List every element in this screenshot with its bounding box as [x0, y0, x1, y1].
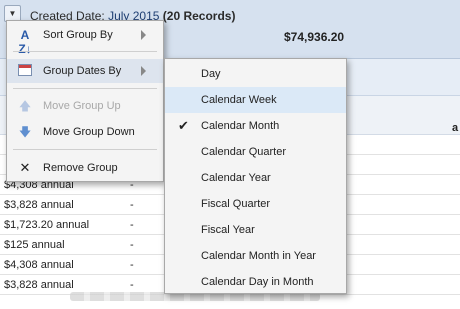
close-icon: ✕ — [19, 160, 31, 175]
submenu-item-calendar-week[interactable]: Calendar Week — [165, 87, 346, 113]
submenu-item-fiscal-quarter[interactable]: Fiscal Quarter — [165, 191, 346, 217]
menu-item-group-dates-by[interactable]: Group Dates By — [7, 59, 163, 83]
group-record-count: (20 Records) — [162, 9, 236, 23]
group-total: $74,936.20 — [284, 30, 345, 44]
menu-item-remove-group[interactable]: ✕ Remove Group — [7, 156, 163, 180]
menu-item-move-group-up[interactable]: 🡅 Move Group Up — [7, 94, 163, 118]
menu-item-label: Group Dates By — [43, 65, 122, 77]
calendar-icon — [17, 64, 33, 78]
menu-divider — [13, 51, 157, 52]
submenu-item-calendar-month-in-year[interactable]: Calendar Month in Year — [165, 243, 346, 269]
submenu-item-label: Calendar Month — [201, 120, 280, 132]
submenu-item-label: Fiscal Year — [201, 224, 255, 236]
submenu-item-fiscal-year[interactable]: Fiscal Year — [165, 217, 346, 243]
submenu-arrow-icon — [141, 30, 146, 40]
menu-item-sort-group-by[interactable]: A Z↓ Sort Group By — [7, 23, 163, 56]
menu-item-label: Remove Group — [43, 162, 118, 174]
dash-cell: - — [130, 239, 134, 251]
submenu-item-calendar-quarter[interactable]: Calendar Quarter — [165, 139, 346, 165]
submenu-item-calendar-day-in-month[interactable]: Calendar Day in Month — [165, 269, 346, 295]
group-context-menu: A Z↓ Sort Group By Group Dates By 🡅 Move … — [6, 20, 164, 182]
submenu-arrow-icon — [141, 66, 146, 76]
menu-divider — [13, 88, 157, 89]
menu-item-label: Move Group Up — [43, 100, 121, 112]
dash-cell: - — [130, 279, 134, 291]
checkmark-icon: ✔ — [178, 118, 189, 133]
submenu-item-label: Day — [201, 68, 221, 80]
submenu-item-label: Calendar Week — [201, 94, 277, 106]
dash-cell: - — [130, 219, 134, 231]
submenu-item-label: Calendar Month in Year — [201, 250, 316, 262]
dash-cell: - — [130, 199, 134, 211]
submenu-item-label: Calendar Year — [201, 172, 271, 184]
menu-divider — [13, 149, 157, 150]
amount-cell: $3,828 annual — [4, 279, 74, 291]
submenu-item-calendar-month[interactable]: ✔ Calendar Month — [165, 113, 346, 139]
submenu-item-label: Calendar Quarter — [201, 146, 286, 158]
column-header-fragment: a — [452, 122, 459, 134]
menu-item-label: Sort Group By — [43, 29, 113, 41]
submenu-item-label: Calendar Day in Month — [201, 276, 314, 288]
amount-cell: $125 annual — [4, 239, 65, 251]
arrow-down-icon: 🡇 — [18, 125, 32, 139]
amount-cell: $3,828 annual — [4, 199, 74, 211]
sort-az-icon: A Z↓ — [18, 28, 32, 56]
menu-item-move-group-down[interactable]: 🡇 Move Group Down — [7, 120, 163, 144]
amount-cell: $4,308 annual — [4, 259, 74, 271]
submenu-item-calendar-year[interactable]: Calendar Year — [165, 165, 346, 191]
arrow-up-icon: 🡅 — [18, 99, 32, 113]
menu-item-label: Move Group Down — [43, 126, 135, 138]
amount-cell: $1,723.20 annual — [4, 219, 90, 231]
submenu-item-label: Fiscal Quarter — [201, 198, 271, 210]
group-dates-by-submenu: Day Calendar Week ✔ Calendar Month Calen… — [164, 58, 347, 294]
submenu-item-day[interactable]: Day — [165, 61, 346, 87]
dash-cell: - — [130, 259, 134, 271]
